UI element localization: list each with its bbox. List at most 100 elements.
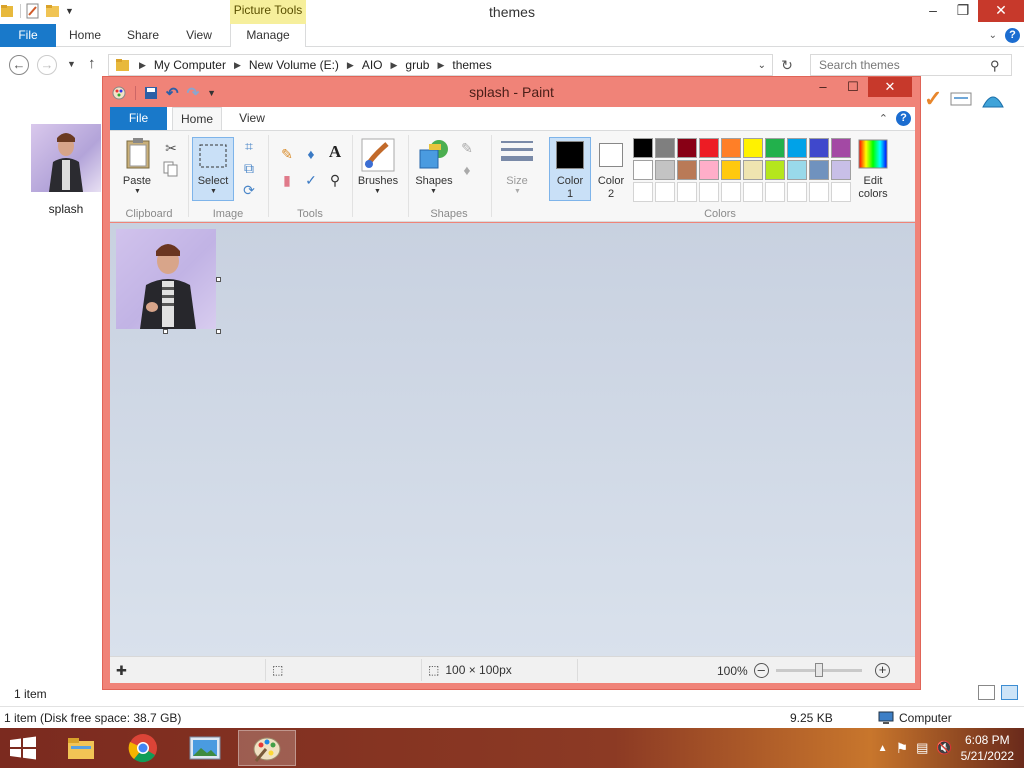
- palette-color-swatch[interactable]: [787, 160, 807, 180]
- paint-maximize-button[interactable]: ☐: [838, 77, 868, 97]
- palette-empty-slot[interactable]: [809, 182, 829, 202]
- details-view-icon[interactable]: [978, 685, 995, 700]
- fill-icon[interactable]: ♦: [302, 145, 320, 163]
- palette-empty-slot[interactable]: [765, 182, 785, 202]
- palette-color-swatch[interactable]: [831, 138, 851, 158]
- tab-view[interactable]: View: [176, 24, 222, 47]
- palette-color-swatch[interactable]: [677, 160, 697, 180]
- shapes-label[interactable]: Shapes: [411, 175, 457, 188]
- taskbar-photo-viewer[interactable]: [176, 730, 234, 766]
- minimize-ribbon-icon[interactable]: ⌃: [879, 112, 888, 125]
- crop-icon[interactable]: ⌗: [240, 137, 258, 155]
- tab-share[interactable]: Share: [118, 24, 168, 47]
- edit-colors-label[interactable]: Edit colors: [850, 175, 896, 201]
- paint-tab-home[interactable]: Home: [172, 107, 222, 130]
- paste-dropdown-icon[interactable]: ▼: [134, 188, 141, 195]
- breadcrumb-grub[interactable]: grub: [405, 58, 429, 72]
- breadcrumb-my-computer[interactable]: My Computer: [154, 58, 226, 72]
- large-icons-view-icon[interactable]: [1001, 685, 1018, 700]
- size-dropdown-icon[interactable]: ▼: [514, 188, 521, 195]
- resize-handle-corner[interactable]: [216, 329, 221, 334]
- search-input[interactable]: Search themes: [810, 54, 1012, 76]
- size-icon[interactable]: [500, 139, 534, 167]
- taskbar-chrome[interactable]: [114, 730, 172, 766]
- palette-empty-slot[interactable]: [743, 182, 763, 202]
- shape-fill-icon[interactable]: ♦: [458, 161, 476, 179]
- palette-color-swatch[interactable]: [721, 138, 741, 158]
- color2-swatch[interactable]: [599, 143, 623, 167]
- zoom-out-button[interactable]: –: [753, 663, 769, 678]
- minimize-button[interactable]: –: [918, 0, 948, 22]
- volume-muted-icon[interactable]: 🔇: [936, 740, 952, 756]
- checkmark-icon[interactable]: ✓: [924, 86, 942, 112]
- text-icon[interactable]: A: [326, 143, 344, 161]
- palette-color-swatch[interactable]: [743, 138, 763, 158]
- action-center-flag-icon[interactable]: ⚑: [896, 740, 909, 757]
- rotate-icon[interactable]: ⟳: [240, 181, 258, 199]
- back-button[interactable]: ←: [9, 55, 29, 75]
- paste-label[interactable]: Paste: [120, 175, 154, 188]
- taskbar-paint[interactable]: [238, 730, 296, 766]
- palette-color-swatch[interactable]: [633, 160, 653, 180]
- copy-icon[interactable]: [163, 161, 179, 177]
- restore-button[interactable]: ❐: [948, 0, 978, 22]
- shapes-icon[interactable]: [417, 138, 451, 172]
- taskbar-file-explorer[interactable]: [52, 730, 110, 766]
- palette-empty-slot[interactable]: [677, 182, 697, 202]
- eraser-icon[interactable]: ▮: [278, 171, 296, 189]
- shell-icon[interactable]: [980, 87, 1006, 111]
- palette-color-swatch[interactable]: [831, 160, 851, 180]
- network-icon[interactable]: ▤: [916, 740, 928, 756]
- palette-color-swatch[interactable]: [721, 160, 741, 180]
- palette-color-swatch[interactable]: [677, 138, 697, 158]
- brushes-icon[interactable]: [361, 138, 395, 172]
- color-picker-icon[interactable]: ✓: [302, 171, 320, 189]
- canvas-image[interactable]: [116, 229, 216, 329]
- magnifier-icon[interactable]: ⚲: [326, 171, 344, 189]
- zoom-slider[interactable]: [776, 663, 862, 677]
- breadcrumb-new-volume[interactable]: New Volume (E:): [249, 58, 339, 72]
- breadcrumb-themes[interactable]: themes: [452, 58, 491, 72]
- paste-icon[interactable]: [124, 137, 152, 169]
- palette-color-swatch[interactable]: [765, 138, 785, 158]
- tab-home[interactable]: Home: [60, 24, 110, 47]
- expand-ribbon-icon[interactable]: ⌄: [989, 30, 997, 41]
- pencil-icon[interactable]: ✎: [278, 145, 296, 163]
- brushes-dropdown-icon[interactable]: ▼: [374, 188, 381, 195]
- palette-color-swatch[interactable]: [743, 160, 763, 180]
- palette-empty-slot[interactable]: [831, 182, 851, 202]
- color2-label[interactable]: Color 2: [592, 175, 630, 201]
- outline-icon[interactable]: ✎: [458, 139, 476, 157]
- zoom-slider-thumb[interactable]: [815, 663, 823, 677]
- paint-close-button[interactable]: ✕: [868, 77, 912, 97]
- resize-icon[interactable]: ⧉: [240, 159, 258, 177]
- palette-color-swatch[interactable]: [809, 160, 829, 180]
- up-arrow-icon[interactable]: ↑: [88, 55, 96, 72]
- palette-empty-slot[interactable]: [787, 182, 807, 202]
- palette-color-swatch[interactable]: [699, 138, 719, 158]
- file-item-splash[interactable]: splash: [30, 124, 102, 216]
- palette-color-swatch[interactable]: [655, 160, 675, 180]
- tab-file[interactable]: File: [0, 24, 56, 47]
- paint-help-icon[interactable]: ?: [896, 111, 911, 126]
- tab-manage[interactable]: Manage: [230, 24, 306, 47]
- palette-color-swatch[interactable]: [765, 160, 785, 180]
- cut-icon[interactable]: ✂: [162, 139, 180, 157]
- palette-empty-slot[interactable]: [699, 182, 719, 202]
- forward-button[interactable]: →: [37, 55, 57, 75]
- address-field[interactable]: ▶ My Computer ▶ New Volume (E:) ▶ AIO ▶ …: [108, 54, 773, 76]
- palette-color-swatch[interactable]: [699, 160, 719, 180]
- address-dropdown-icon[interactable]: ⌄: [758, 60, 766, 71]
- palette-empty-slot[interactable]: [655, 182, 675, 202]
- close-button[interactable]: ✕: [978, 0, 1024, 22]
- edit-icon[interactable]: [950, 91, 972, 107]
- paint-tab-view[interactable]: View: [232, 107, 272, 130]
- edit-colors-icon[interactable]: [858, 139, 888, 169]
- palette-color-swatch[interactable]: [655, 138, 675, 158]
- zoom-in-button[interactable]: +: [875, 663, 890, 678]
- size-label[interactable]: Size: [495, 175, 539, 188]
- canvas-area[interactable]: [110, 223, 915, 656]
- search-icon[interactable]: ⚲: [990, 58, 1000, 74]
- brushes-label[interactable]: Brushes: [354, 175, 402, 188]
- paint-tab-file[interactable]: File: [110, 107, 167, 130]
